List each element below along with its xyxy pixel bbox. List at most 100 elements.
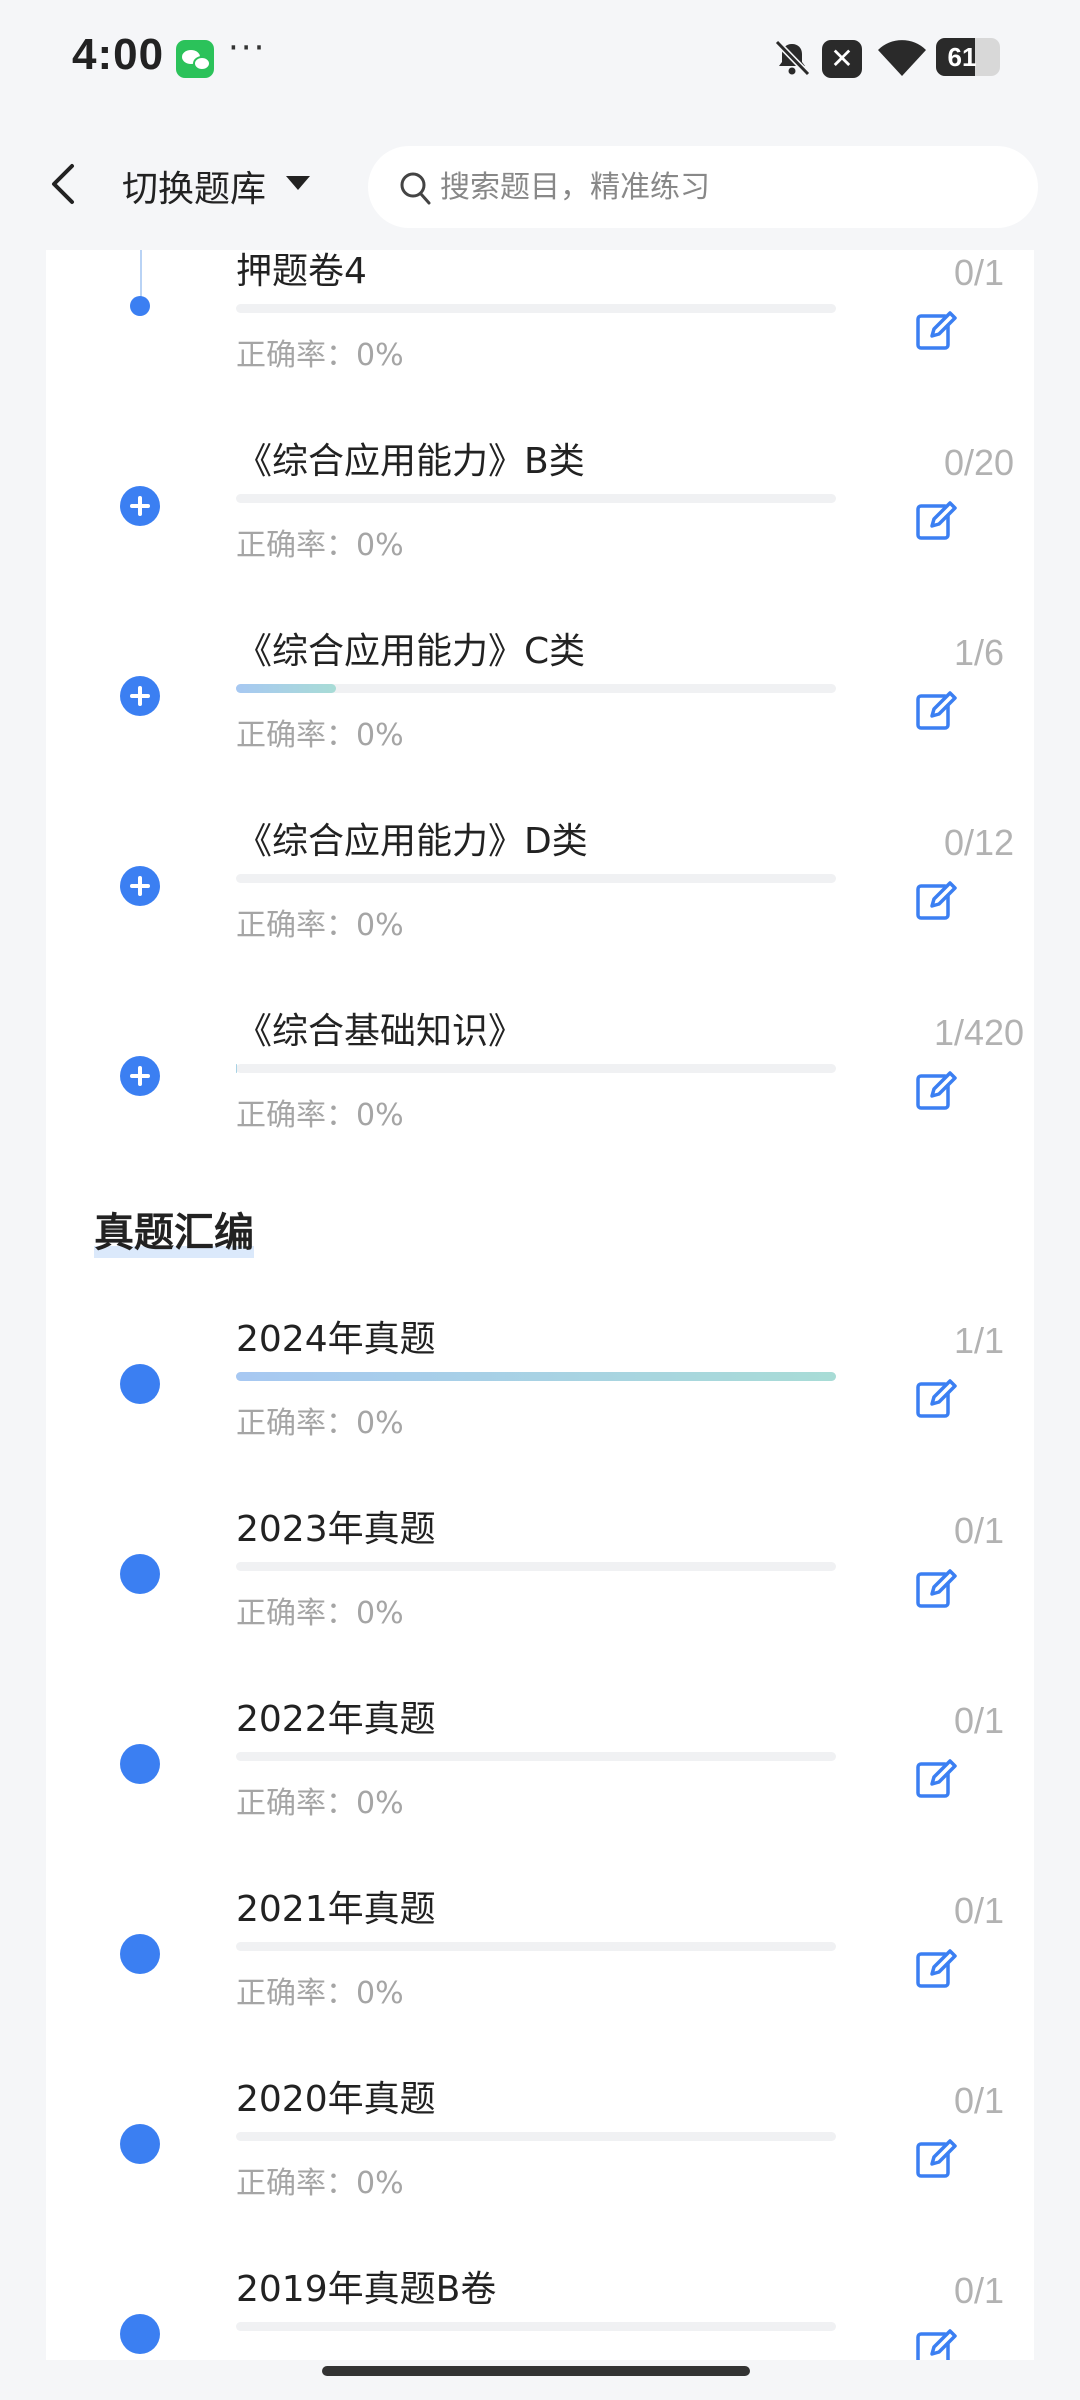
search-input[interactable] xyxy=(440,164,1000,210)
switch-question-bank-button[interactable]: 切换题库 xyxy=(122,160,266,212)
node-dot-icon xyxy=(130,296,150,316)
accuracy-value: 0% xyxy=(356,2166,404,2201)
section-title: 真题汇编 xyxy=(94,1200,254,1258)
item-title: 2021年真题 xyxy=(236,1889,436,1930)
progress-count: 0/1 xyxy=(953,1510,1005,1551)
edit-practice-icon[interactable] xyxy=(914,1756,958,1800)
item-title: 《综合应用能力》D类 xyxy=(236,821,588,862)
clock: 4:00 xyxy=(72,30,165,79)
accuracy-label: 正确率： xyxy=(236,528,356,563)
accuracy-value: 0% xyxy=(356,1786,404,1821)
accuracy-label: 正确率： xyxy=(236,1406,356,1441)
accuracy-label: 正确率： xyxy=(236,718,356,753)
list-item[interactable]: 2020年真题正确率：0% 0/1 xyxy=(46,2070,1034,2260)
node-dot-icon xyxy=(120,1744,160,1784)
item-title: 《综合基础知识》 xyxy=(236,1011,525,1052)
progress-count: 0/1 xyxy=(953,252,1005,293)
item-title: 2024年真题 xyxy=(236,1319,436,1360)
back-arrow-icon[interactable] xyxy=(44,160,84,208)
accuracy-text: 正确率：0% xyxy=(236,1968,404,2012)
edit-practice-icon[interactable] xyxy=(914,2326,958,2360)
progress-count: 0/1 xyxy=(953,2080,1005,2121)
edit-practice-icon[interactable] xyxy=(914,688,958,732)
list-item[interactable]: 2019年真题B卷 0/1 xyxy=(46,2260,1034,2360)
edit-practice-icon[interactable] xyxy=(914,1566,958,1610)
accuracy-label: 正确率： xyxy=(236,1976,356,2011)
list-item[interactable]: 2022年真题 正确率：0% 0/1 xyxy=(46,1690,1034,1880)
list-item[interactable]: 2023年真题 正确率：0% 0/1 xyxy=(46,1500,1034,1690)
progress-bar xyxy=(236,1562,836,1571)
node-dot-icon xyxy=(120,1934,160,1974)
expand-plus-icon[interactable] xyxy=(120,1056,160,1096)
search-icon xyxy=(400,172,431,205)
edit-practice-icon[interactable] xyxy=(914,2136,958,2180)
progress-bar xyxy=(236,1752,836,1761)
progress-bar xyxy=(236,874,836,883)
section-title-text: 真题汇编 xyxy=(94,1210,254,1256)
accuracy-value: 0% xyxy=(356,1098,404,1133)
progress-bar xyxy=(236,2132,836,2141)
item-title: 押题卷4 xyxy=(236,251,367,292)
home-indicator[interactable] xyxy=(322,2366,750,2376)
accuracy-label: 正确率： xyxy=(236,1098,356,1133)
progress-count: 0/20 xyxy=(943,442,1015,483)
list-item[interactable]: 2021年真题 正确率：0% 0/1 xyxy=(46,1880,1034,2070)
node-dot-icon xyxy=(120,1364,160,1404)
caret-down-icon[interactable] xyxy=(286,176,310,190)
item-title: 2019年真题B卷 xyxy=(236,2269,497,2310)
accuracy-value: 0% xyxy=(356,1596,404,1631)
accuracy-text: 正确率：0% xyxy=(236,1090,404,1134)
accuracy-value: 0% xyxy=(356,1976,404,2011)
edit-practice-icon[interactable] xyxy=(914,1376,958,1420)
list-item[interactable]: 《综合应用能力》C类 正确率：0% 1/6 xyxy=(46,622,1034,812)
battery-icon: 61 xyxy=(936,38,1000,76)
wifi-icon xyxy=(878,40,926,76)
accuracy-label: 正确率： xyxy=(236,1596,356,1631)
progress-bar-fill xyxy=(236,1372,836,1381)
battery-level: 61 xyxy=(947,42,977,72)
accuracy-label: 正确率： xyxy=(236,1786,356,1821)
edit-practice-icon[interactable] xyxy=(914,878,958,922)
progress-count: 0/1 xyxy=(953,1700,1005,1741)
question-bank-list: 押题卷4 正确率：0% 0/1 《综合应用能力》B类 正确率：0% 0/20 《综合应用能力… xyxy=(46,250,1034,2360)
list-item[interactable]: 2024年真题 正确率：0% 1/1 xyxy=(46,1310,1034,1500)
list-item[interactable]: 《综合应用能力》B类正确率：0% 0/20 xyxy=(46,432,1034,622)
item-title: 2020年真题 xyxy=(236,2079,436,2120)
accuracy-value: 0% xyxy=(356,718,404,753)
progress-bar-fill xyxy=(236,684,337,693)
item-title: 《综合应用能力》C类 xyxy=(236,631,586,672)
progress-bar xyxy=(236,1942,836,1951)
accuracy-text: 正确率：0% xyxy=(236,1588,404,1632)
node-dot-icon xyxy=(120,2124,160,2164)
wechat-icon xyxy=(176,40,214,78)
accuracy-label: 正确率： xyxy=(236,908,356,943)
progress-count: 0/1 xyxy=(953,1890,1005,1931)
edit-practice-icon[interactable] xyxy=(914,498,958,542)
accuracy-value: 0% xyxy=(356,528,404,563)
progress-count: 0/1 xyxy=(953,2270,1005,2311)
edit-practice-icon[interactable] xyxy=(914,1946,958,1990)
expand-plus-icon[interactable] xyxy=(120,676,160,716)
item-title: 《综合应用能力》B类 xyxy=(236,441,585,482)
accuracy-label: 正确率： xyxy=(236,338,356,373)
accuracy-text: 正确率：0% xyxy=(236,900,404,944)
accuracy-label: 正确率： xyxy=(236,2166,356,2201)
top-header: 切换题库 xyxy=(0,118,1080,250)
bell-off-icon xyxy=(774,39,811,77)
list-item[interactable]: 《综合基础知识》 正确率：0% 1/420 xyxy=(46,1002,1034,1192)
close-notification-icon: ✕ xyxy=(822,40,862,78)
search-bar[interactable] xyxy=(368,146,1038,228)
accuracy-text: 正确率：0% xyxy=(236,710,404,754)
progress-count: 1/420 xyxy=(933,1012,1025,1053)
progress-bar-fill xyxy=(236,1064,238,1073)
expand-plus-icon[interactable] xyxy=(120,866,160,906)
progress-bar xyxy=(236,494,836,503)
expand-plus-icon[interactable] xyxy=(120,486,160,526)
edit-practice-icon[interactable] xyxy=(914,1068,958,1112)
list-item[interactable]: 《综合应用能力》D类 正确率：0% 0/12 xyxy=(46,812,1034,1002)
list-item[interactable]: 押题卷4 正确率：0% 0/1 xyxy=(46,250,1034,432)
accuracy-value: 0% xyxy=(356,1406,404,1441)
edit-practice-icon[interactable] xyxy=(914,308,958,352)
status-bar: 4:00 ··· ✕ 61 xyxy=(0,0,1080,118)
progress-bar xyxy=(236,1372,836,1381)
